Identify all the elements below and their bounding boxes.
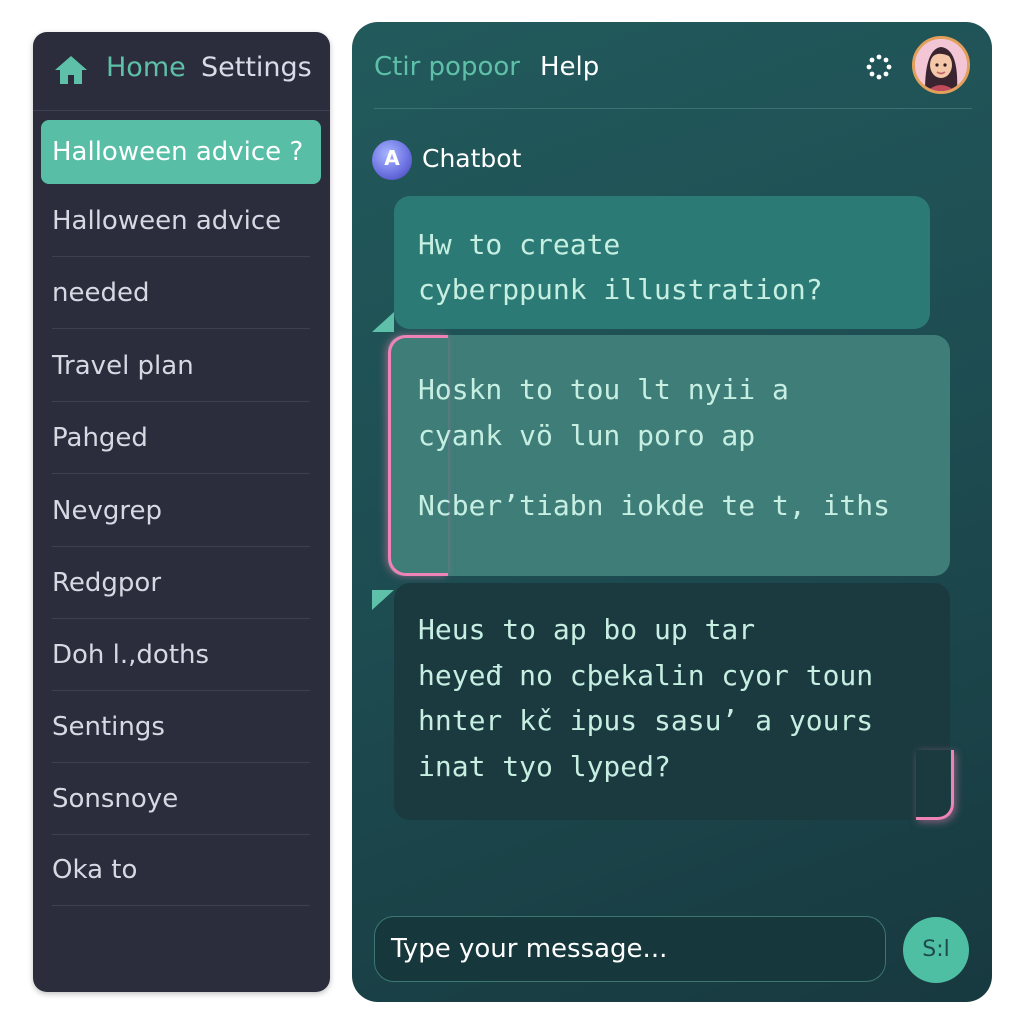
sidebar-item[interactable]: Travel plan [52, 330, 310, 402]
message-line: Hoskn to tou lt nyii a [418, 373, 789, 406]
loading-dots-icon[interactable] [866, 54, 892, 80]
send-button[interactable]: S:l [903, 917, 969, 983]
sidebar-divider [33, 110, 330, 111]
sidebar-item[interactable]: Oka to [52, 834, 310, 906]
message-line: Heus to ap bo up tar [418, 613, 756, 646]
highlight-bracket [916, 750, 954, 820]
tab-primary[interactable]: Ctir popoor [374, 52, 520, 82]
highlight-bracket [388, 335, 448, 576]
sidebar-item[interactable]: Doh l.,doths [52, 619, 310, 691]
message-line: inat tyo lyped? [418, 749, 671, 783]
chat-panel: Ctir popoor Help A Chatbot Hw to create … [352, 22, 992, 1002]
chat-message: Hw to create cyberppunk illustration? [394, 196, 930, 329]
home-icon[interactable] [53, 54, 89, 86]
message-line: cyank vö lun poro ap [418, 419, 756, 452]
chatbot-label: Chatbot [422, 144, 522, 173]
nav-settings[interactable]: Settings [201, 52, 312, 83]
message-input[interactable]: Type your message... [374, 916, 886, 982]
user-avatar[interactable] [912, 36, 970, 94]
sidebar-item[interactable]: Redgpor [52, 547, 310, 619]
message-line: Ncber’tiabn iokde te t, iths [418, 489, 891, 522]
sidebar-header: Home Settings [33, 32, 330, 110]
message-tail [372, 312, 394, 332]
message-line: Hw to create [418, 228, 621, 261]
sidebar-item[interactable]: Sonsnoye [52, 763, 310, 835]
sidebar-item[interactable]: Sentings [52, 691, 310, 763]
message-tail [372, 590, 394, 610]
sidebar-item[interactable]: Halloween advice [52, 185, 310, 257]
message-line: heyeđ no cþekalin cyor toun [418, 658, 874, 692]
sidebar-item[interactable]: Nevgrep [52, 475, 310, 547]
message-line: cyberppunk illustration? [418, 273, 823, 306]
chat-message: Heus to ap bo up tar heyeđ no cþekalin c… [394, 583, 950, 820]
sidebar-item[interactable]: needed [52, 257, 310, 329]
chat-header-divider [374, 108, 972, 109]
sidebar: Home Settings Halloween advice ? Hallowe… [33, 32, 330, 992]
message-line: hnter kč ipus sasu’ a yours [418, 704, 874, 737]
tab-help[interactable]: Help [540, 52, 599, 82]
chatbot-icon: A [372, 140, 412, 180]
nav-home[interactable]: Home [106, 52, 186, 83]
sidebar-item-active[interactable]: Halloween advice ? [41, 120, 321, 184]
chat-message: Hoskn to tou lt nyii a cyank vö lun poro… [388, 335, 950, 576]
sidebar-item[interactable]: Pahged [52, 402, 310, 474]
